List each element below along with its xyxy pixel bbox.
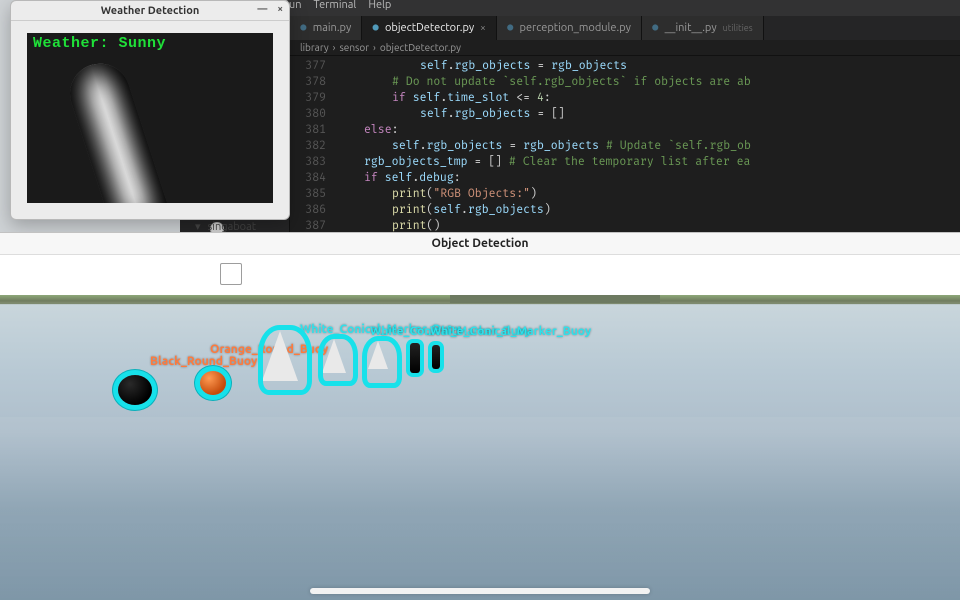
window-title: Object Detection bbox=[432, 237, 529, 250]
window-titlebar[interactable]: Weather Detection — × bbox=[11, 1, 289, 21]
editor-tab[interactable]: ⬤ main.py bbox=[290, 16, 362, 40]
line-gutter: 377378379380381382383384385386387 bbox=[290, 56, 336, 234]
window-title: Weather Detection bbox=[101, 5, 200, 17]
vscode-menubar: tion View Go Run Terminal Help bbox=[180, 0, 960, 16]
python-file-icon: ⬤ bbox=[652, 24, 659, 31]
editor-tabstrip: ⬤ main.py ⬤ objectDetector.py × ⬤ perception_m… bbox=[290, 16, 960, 40]
editor-breadcrumb[interactable]: library › sensor › objectDetector.py bbox=[290, 40, 960, 56]
breadcrumb-item[interactable]: sensor bbox=[339, 42, 369, 53]
chevron-right-icon: › bbox=[373, 42, 376, 53]
python-file-icon: ⬤ bbox=[507, 24, 514, 31]
detected-marker bbox=[432, 345, 440, 369]
code-area[interactable]: 377378379380381382383384385386387 self.r… bbox=[290, 56, 960, 234]
menu-item[interactable]: Terminal bbox=[314, 0, 357, 11]
tab-label: __init__.py bbox=[665, 22, 717, 34]
shoreline bbox=[450, 295, 660, 303]
breadcrumb-item[interactable]: objectDetector.py bbox=[380, 42, 461, 53]
python-file-icon: ⬤ bbox=[372, 24, 379, 31]
detection-label: Black_Round_Buoy bbox=[150, 355, 257, 368]
editor-tab[interactable]: ⬤ __init__.py utilities bbox=[642, 16, 764, 40]
breadcrumb-item[interactable]: library bbox=[300, 42, 329, 53]
editor-tab[interactable]: ⬤ perception_module.py bbox=[497, 16, 642, 40]
object-detection-window: Object Detection Black_Round_Buoy Orange… bbox=[0, 232, 960, 600]
tab-label: main.py bbox=[313, 22, 352, 34]
tab-label: perception_module.py bbox=[520, 22, 631, 34]
editor-tab[interactable]: ⬤ objectDetector.py × bbox=[362, 16, 497, 40]
detected-cone-marker bbox=[368, 341, 388, 369]
vscode-window: tion View Go Run Terminal Help ⋯ ache__e… bbox=[180, 0, 960, 234]
weather-detection-window[interactable]: Weather Detection — × Weather: Sunny bbox=[10, 0, 290, 220]
detected-cone-marker bbox=[262, 331, 298, 381]
close-icon[interactable]: × bbox=[277, 3, 283, 14]
detected-orange-buoy bbox=[200, 371, 226, 395]
tab-hint: utilities bbox=[723, 23, 753, 33]
code-content[interactable]: self.rgb_objects = rgb_objects# Do not u… bbox=[336, 56, 960, 234]
detected-marker bbox=[410, 343, 420, 373]
close-icon[interactable]: × bbox=[480, 22, 486, 33]
weather-overlay-text: Weather: Sunny bbox=[33, 35, 166, 52]
scene-pillar bbox=[62, 56, 172, 203]
window-titlebar[interactable]: Object Detection bbox=[0, 233, 960, 255]
detected-cone-marker bbox=[322, 339, 346, 373]
vscode-editor: ⬤ main.py ⬤ objectDetector.py × ⬤ perception_m… bbox=[290, 16, 960, 234]
toggle-checkbox[interactable] bbox=[220, 263, 242, 285]
detection-label: White_Conical_Marker_Buoy bbox=[430, 325, 591, 338]
home-indicator bbox=[310, 588, 650, 594]
weather-camera-view: Weather: Sunny bbox=[27, 33, 273, 203]
minimize-icon[interactable]: — bbox=[257, 3, 267, 14]
menu-item[interactable]: Help bbox=[368, 0, 391, 11]
python-file-icon: ⬤ bbox=[300, 24, 307, 31]
chevron-right-icon: › bbox=[333, 42, 336, 53]
detected-black-buoy bbox=[118, 375, 152, 405]
tab-label: objectDetector.py bbox=[385, 22, 474, 34]
detection-scene: Black_Round_Buoy Orange_Round_Buoy White… bbox=[0, 295, 960, 600]
